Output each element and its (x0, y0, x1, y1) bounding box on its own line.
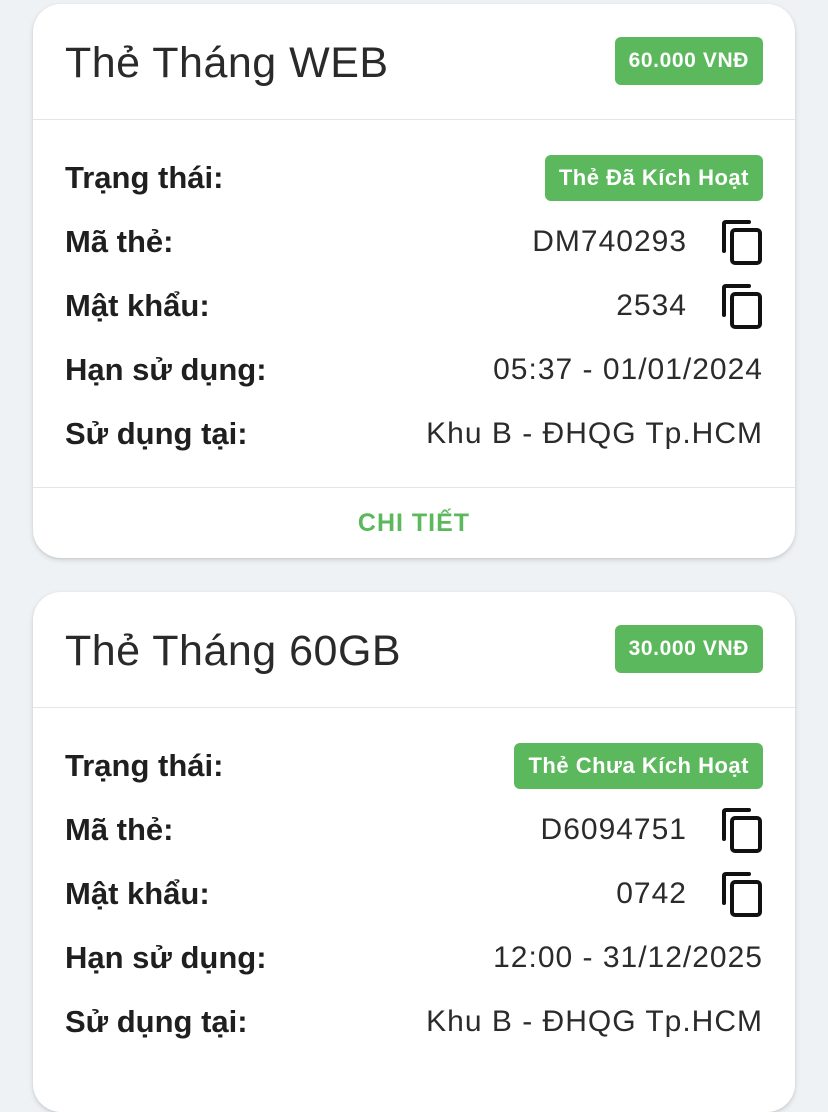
password-value: 0742 (616, 877, 687, 910)
expiry-label: Hạn sử dụng: (65, 352, 267, 387)
location-value: Khu B - ĐHQG Tp.HCM (426, 1005, 763, 1038)
password-row: Mật khẩu: 0742 (65, 870, 763, 918)
price-badge: 60.000 VNĐ (614, 37, 763, 85)
location-label: Sử dụng tại: (65, 416, 248, 451)
card-title: Thẻ Tháng WEB (65, 39, 389, 87)
status-label: Trạng thái: (65, 160, 224, 195)
copy-icon[interactable] (721, 871, 763, 917)
expiry-label: Hạn sử dụng: (65, 940, 267, 975)
expiry-row: Hạn sử dụng: 05:37 - 01/01/2024 (65, 346, 763, 394)
card-header: Thẻ Tháng WEB 60.000 VNĐ (33, 4, 795, 120)
code-row: Mã thẻ: D6094751 (65, 806, 763, 854)
card-footer: CHI TIẾT (33, 487, 795, 558)
expiry-row: Hạn sử dụng: 12:00 - 31/12/2025 (65, 934, 763, 982)
password-label: Mật khẩu: (65, 876, 210, 911)
code-value: DM740293 (532, 225, 687, 258)
copy-icon[interactable] (721, 807, 763, 853)
location-row: Sử dụng tại: Khu B - ĐHQG Tp.HCM (65, 410, 763, 458)
card-the-thang-60gb: Thẻ Tháng 60GB 30.000 VNĐ Trạng thái: Th… (33, 592, 795, 1112)
code-label: Mã thẻ: (65, 812, 174, 847)
password-label: Mật khẩu: (65, 288, 210, 323)
code-value: D6094751 (540, 813, 687, 846)
location-row: Sử dụng tại: Khu B - ĐHQG Tp.HCM (65, 998, 763, 1046)
card-the-thang-web: Thẻ Tháng WEB 60.000 VNĐ Trạng thái: Thẻ… (33, 4, 795, 558)
copy-icon[interactable] (721, 283, 763, 329)
code-row: Mã thẻ: DM740293 (65, 218, 763, 266)
status-badge: Thẻ Chưa Kích Hoạt (514, 743, 763, 789)
detail-button[interactable]: CHI TIẾT (358, 509, 470, 538)
card-header: Thẻ Tháng 60GB 30.000 VNĐ (33, 592, 795, 708)
location-label: Sử dụng tại: (65, 1004, 248, 1039)
price-badge: 30.000 VNĐ (614, 625, 763, 673)
expiry-value: 12:00 - 31/12/2025 (493, 941, 763, 974)
password-value: 2534 (616, 289, 687, 322)
card-body: Trạng thái: Thẻ Đã Kích Hoạt Mã thẻ: DM7… (33, 120, 795, 487)
card-title: Thẻ Tháng 60GB (65, 627, 402, 675)
location-value: Khu B - ĐHQG Tp.HCM (426, 417, 763, 450)
status-row: Trạng thái: Thẻ Đã Kích Hoạt (65, 154, 763, 202)
status-label: Trạng thái: (65, 748, 224, 783)
password-row: Mật khẩu: 2534 (65, 282, 763, 330)
status-row: Trạng thái: Thẻ Chưa Kích Hoạt (65, 742, 763, 790)
code-label: Mã thẻ: (65, 224, 174, 259)
copy-icon[interactable] (721, 219, 763, 265)
status-badge: Thẻ Đã Kích Hoạt (544, 155, 763, 201)
expiry-value: 05:37 - 01/01/2024 (493, 353, 763, 386)
card-body: Trạng thái: Thẻ Chưa Kích Hoạt Mã thẻ: D… (33, 708, 795, 1075)
